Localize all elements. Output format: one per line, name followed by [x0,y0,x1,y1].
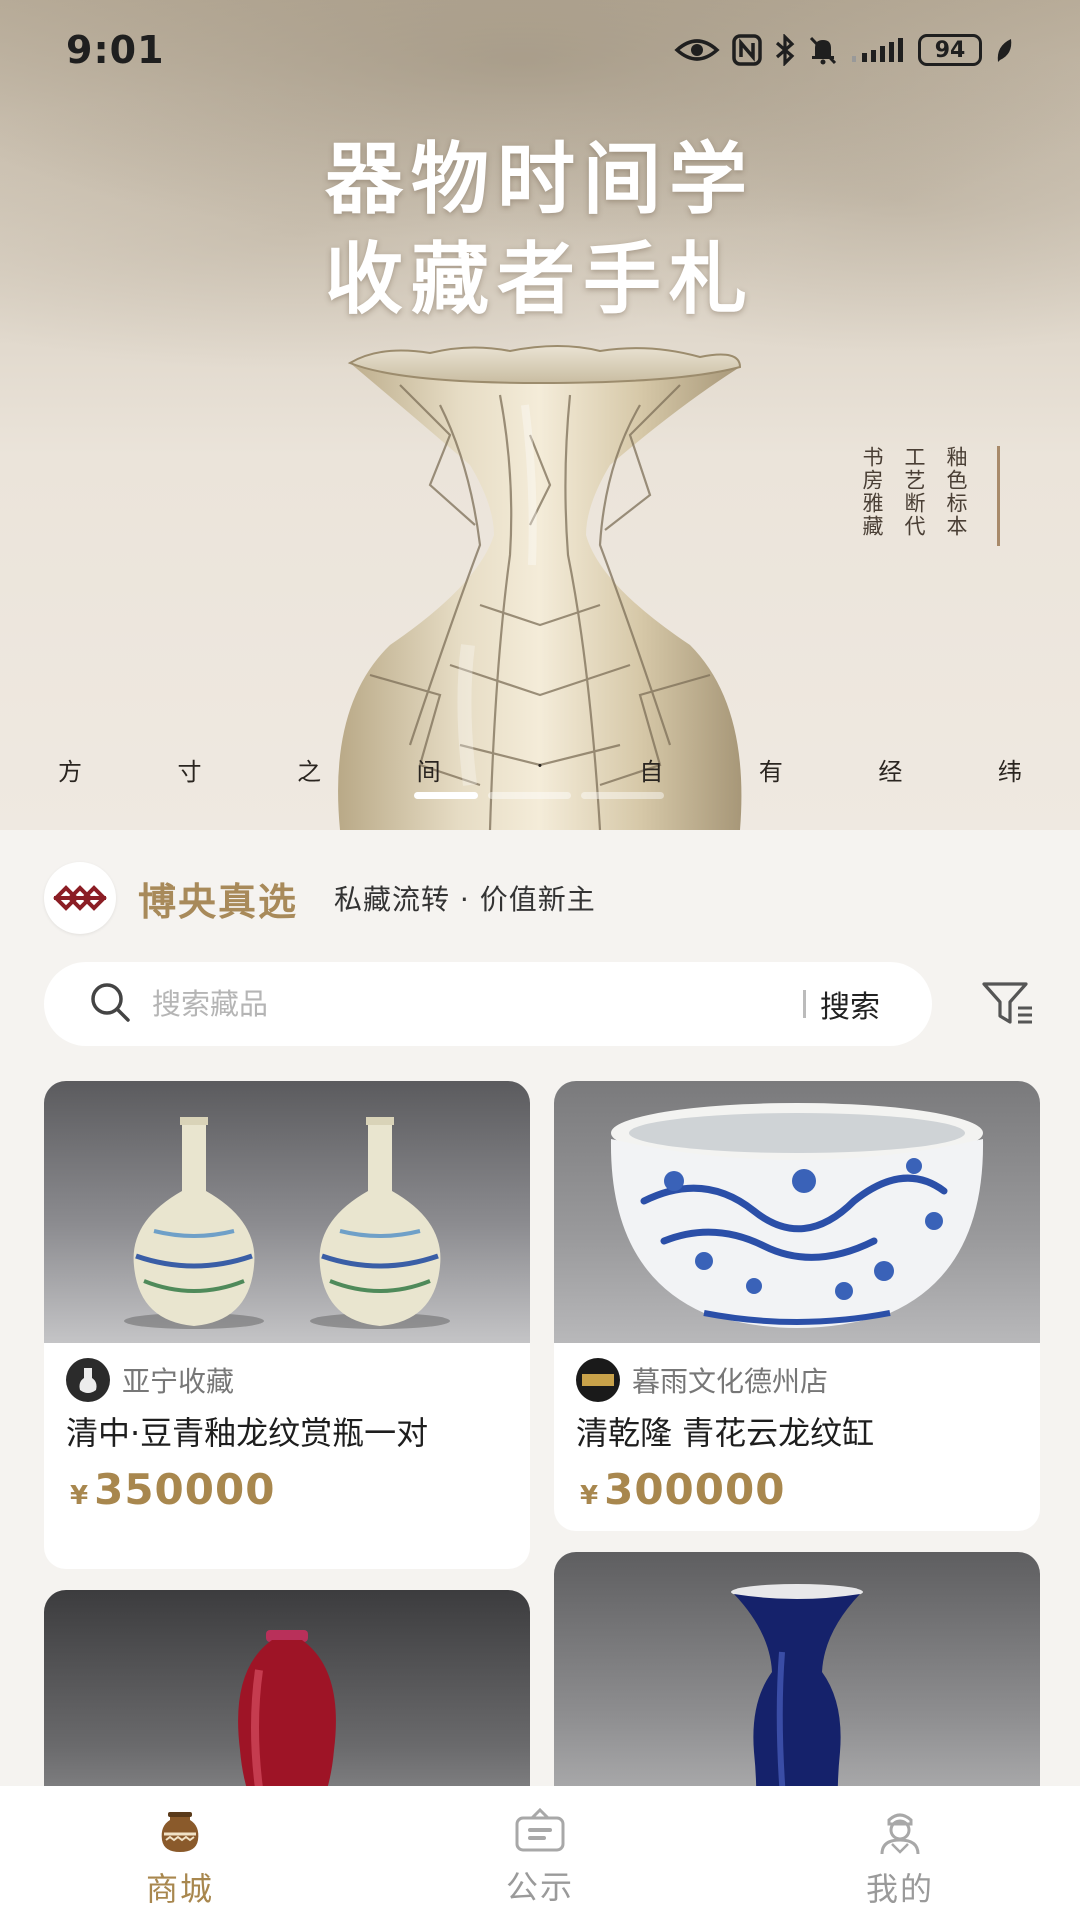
product-title[interactable]: 清中·豆青釉龙纹赏瓶一对 [66,1413,508,1453]
price-value: 350000 [94,1465,276,1514]
nav-tab-profile[interactable]: 我的 [800,1786,1000,1910]
caption-char: 间 [416,758,441,786]
brand-name: 博央真选 [138,879,299,924]
carousel-indicator[interactable] [414,792,664,800]
product-image[interactable] [554,1081,1040,1343]
caption-char: · [536,752,544,780]
caption-char: 方 [58,758,82,786]
hero-title-line1: 器物时间学 [324,134,755,225]
brand-logo-icon [44,862,116,934]
brand-slogan: 私藏流转 · 价值新主 [334,883,596,916]
vertical-poem: 釉色标本 工艺断代 书房雅藏 [857,446,1000,546]
product-card[interactable]: 暮雨文化德州店 清乾隆 青花云龙纹缸 ¥300000 [554,1081,1040,1531]
eye-icon [674,36,720,64]
shop-name[interactable]: 亚宁收藏 [122,1360,234,1400]
carousel-dot[interactable] [488,792,571,799]
poem-column: 书房雅藏 [860,446,884,538]
currency-symbol: ¥ [580,1481,599,1511]
search-bar[interactable]: 搜索 [44,962,932,1046]
bluetooth-icon [774,34,796,66]
nav-tab-mall[interactable]: 商城 [80,1786,280,1910]
hero-banner[interactable]: 9:01 94 器物时间学 收藏者手札 釉色标本 工艺断代 书房雅藏 方 寸 之… [0,0,1080,830]
notice-icon [514,1807,566,1858]
mute-bell-icon [808,35,838,65]
poem-column: 釉色标本 [944,446,968,538]
nav-label: 商城 [145,1870,214,1908]
product-card[interactable]: 亚宁收藏 清中·豆青釉龙纹赏瓶一对 ¥350000 [44,1081,530,1569]
caption-char: 之 [297,758,322,786]
caption-char: 经 [878,758,903,786]
search-input[interactable] [152,987,803,1021]
shop-avatar[interactable] [66,1358,110,1402]
shop-name[interactable]: 暮雨文化德州店 [632,1360,828,1400]
profile-icon [877,1808,923,1860]
search-icon [88,980,132,1028]
product-image-art [610,1103,984,1328]
hero-title-line2: 收藏者手札 [324,234,755,325]
product-image-art [124,1117,450,1329]
product-price: ¥300000 [580,1465,1040,1514]
filter-icon[interactable] [980,978,1036,1028]
carousel-dot-active[interactable] [414,792,478,799]
brand-row: 博央真选 私藏流转 · 价值新主 [44,862,596,934]
product-title[interactable]: 清乾隆 青花云龙纹缸 [576,1413,1018,1453]
nav-label: 公示 [505,1868,574,1906]
product-image[interactable] [44,1081,530,1343]
leaf-icon [994,36,1014,64]
shop-info[interactable]: 暮雨文化德州店 [576,1358,1040,1402]
caption-char: 有 [758,758,783,786]
caption-char: 自 [639,758,664,786]
status-bar: 9:01 94 [0,0,1080,100]
status-time: 9:01 [66,28,165,72]
caption-char: 寸 [177,758,202,786]
battery-icon: 94 [918,34,982,66]
bottom-navigation: 商城 公示 我的 [0,1786,1080,1920]
signal-icon [850,36,906,64]
shop-info[interactable]: 亚宁收藏 [66,1358,530,1402]
search-button[interactable]: 搜索 [820,982,880,1026]
shop-avatar[interactable] [576,1358,620,1402]
carousel-dot[interactable] [581,792,664,799]
status-icons: 94 [674,30,1014,70]
caption-char: 纬 [997,758,1022,786]
jar-icon [156,1808,204,1860]
hero-caption: 方 寸 之 间 · 自 有 经 纬 [58,752,1022,787]
hero-title: 器物时间学 收藏者手札 [0,130,1080,330]
nfc-icon [732,34,762,66]
price-value: 300000 [604,1465,786,1514]
nav-tab-notice[interactable]: 公示 [440,1786,640,1908]
currency-symbol: ¥ [70,1481,89,1511]
poem-column: 工艺断代 [902,446,926,538]
nav-label: 我的 [865,1870,934,1908]
search-divider [803,990,806,1018]
product-price: ¥350000 [70,1465,530,1514]
